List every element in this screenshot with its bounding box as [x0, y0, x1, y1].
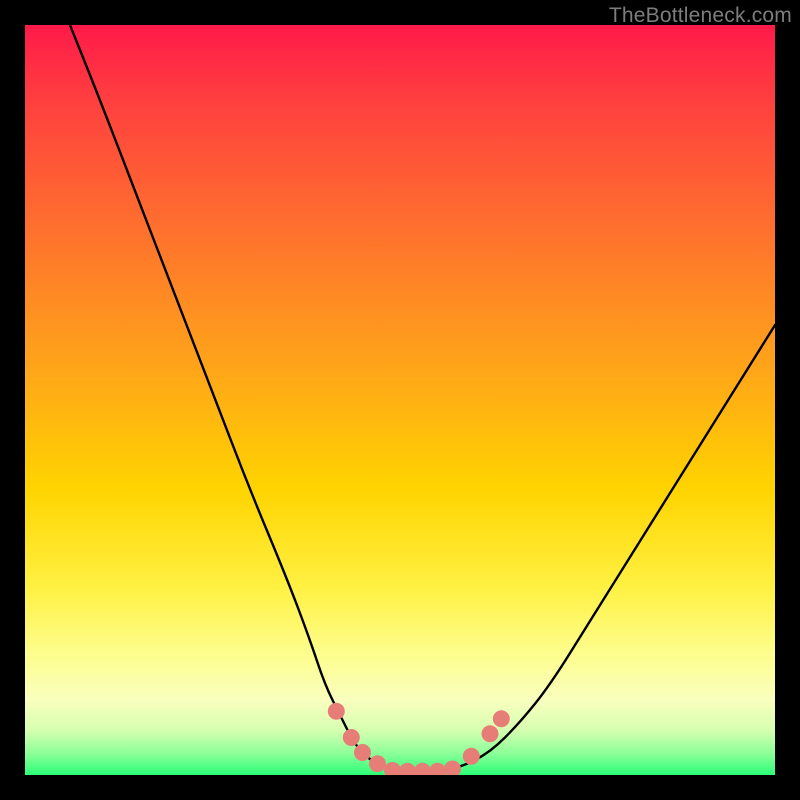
- chart-frame: TheBottleneck.com: [0, 0, 800, 800]
- curve-marker: [414, 763, 431, 775]
- curve-marker: [354, 744, 371, 761]
- curve-marker: [444, 761, 461, 776]
- curve-layer: [25, 25, 775, 775]
- curve-marker: [463, 748, 480, 765]
- watermark-text: TheBottleneck.com: [609, 4, 792, 28]
- curve-marker: [328, 703, 345, 720]
- curve-marker: [384, 762, 401, 775]
- bottleneck-curve: [70, 25, 775, 771]
- curve-marker: [399, 763, 416, 775]
- curve-markers: [328, 703, 510, 775]
- curve-marker: [369, 755, 386, 772]
- plot-area: [25, 25, 775, 775]
- curve-marker: [493, 710, 510, 727]
- curve-marker: [343, 729, 360, 746]
- curve-marker: [429, 763, 446, 775]
- curve-marker: [482, 725, 499, 742]
